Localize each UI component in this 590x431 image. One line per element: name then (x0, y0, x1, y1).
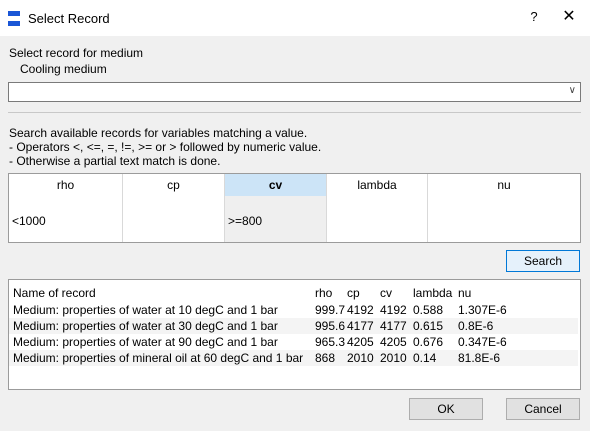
nu-cell: 81.8E-6 (458, 350, 578, 366)
filter-value-rho[interactable]: <1000 (12, 214, 46, 228)
cp-cell: 4205 (347, 335, 374, 349)
cv-cell: 4177 (380, 318, 413, 334)
cv-cell: 4205 (380, 335, 407, 349)
cv-cell: 4192 (380, 303, 407, 317)
filter-column-nu[interactable]: nu (428, 174, 580, 242)
cp-cell: 4192 (347, 303, 374, 317)
select-record-label: Select record for medium (9, 46, 144, 60)
close-button[interactable]: ✕ (560, 6, 578, 26)
instruction-line: Search available records for variables m… (9, 126, 308, 140)
rho-cell: 999.7 (315, 303, 346, 317)
filter-value-cv[interactable]: >=800 (228, 214, 262, 228)
filter-column-cp[interactable]: cp (123, 174, 225, 242)
cv-cell: 2010 (380, 350, 413, 366)
column-header[interactable]: nu (458, 284, 578, 302)
filter-header-lambda[interactable]: lambda (327, 174, 427, 196)
cooling-medium-label: Cooling medium (20, 62, 107, 76)
table-row[interactable]: Medium: properties of water at 30 degC a… (9, 318, 578, 334)
table-row[interactable]: Medium: properties of water at 10 degC a… (9, 302, 578, 318)
cp-cell: 2010 (347, 350, 380, 366)
instruction-line: - Operators <, <=, =, !=, >= or > follow… (9, 140, 322, 154)
ok-button[interactable]: OK (409, 398, 483, 420)
results-header-row: Name of record rho cp cv lambda nu (9, 284, 578, 302)
app-icon (8, 11, 20, 26)
filter-column-lambda[interactable]: lambda (327, 174, 428, 242)
rho-cell: 995.6 (315, 318, 347, 334)
table-row[interactable]: Medium: properties of water at 90 degC a… (9, 334, 578, 350)
rho-cell: 965.3 (315, 335, 346, 349)
title-bar: Select Record ? ✕ (0, 0, 590, 36)
window-title: Select Record (28, 11, 110, 26)
record-select-dropdown[interactable]: ∨ (8, 82, 581, 102)
cp-cell: 4177 (347, 318, 380, 334)
filter-header-cv[interactable]: cv (225, 174, 326, 196)
search-button[interactable]: Search (506, 250, 580, 272)
filter-column-cv[interactable]: cv >=800 (225, 174, 327, 242)
help-button[interactable]: ? (526, 9, 542, 24)
filter-column-rho[interactable]: rho <1000 (9, 174, 123, 242)
filter-header-cp[interactable]: cp (123, 174, 224, 196)
table-row[interactable]: Medium: properties of mineral oil at 60 … (9, 350, 578, 366)
filter-grid: rho <1000 cp cv >=800 lambda nu (8, 173, 581, 243)
record-name: Medium: properties of water at 30 degC a… (9, 318, 315, 334)
record-name: Medium: properties of water at 10 degC a… (13, 303, 278, 317)
lambda-cell: 0.615 (413, 318, 458, 334)
lambda-cell: 0.14 (413, 350, 458, 366)
record-name: Medium: properties of mineral oil at 60 … (9, 350, 315, 366)
nu-cell: 0.8E-6 (458, 318, 578, 334)
rho-cell: 868 (315, 350, 347, 366)
chevron-down-icon[interactable]: ∨ (569, 85, 576, 96)
nu-cell: 1.307E-6 (458, 303, 507, 317)
column-header[interactable]: Name of record (9, 284, 315, 302)
cancel-button[interactable]: Cancel (506, 398, 580, 420)
filter-header-nu[interactable]: nu (428, 174, 580, 196)
filter-header-rho[interactable]: rho (9, 174, 122, 196)
lambda-cell: 0.588 (413, 303, 444, 317)
divider (8, 112, 581, 113)
nu-cell: 0.347E-6 (458, 335, 507, 349)
record-name: Medium: properties of water at 90 degC a… (13, 335, 278, 349)
column-header[interactable]: lambda (413, 284, 458, 302)
column-header[interactable]: cv (380, 284, 413, 302)
instruction-line: - Otherwise a partial text match is done… (9, 154, 221, 168)
column-header[interactable]: cp (347, 284, 380, 302)
column-header[interactable]: rho (315, 284, 347, 302)
lambda-cell: 0.676 (413, 335, 444, 349)
results-list[interactable]: Name of record rho cp cv lambda nu Mediu… (8, 279, 581, 390)
